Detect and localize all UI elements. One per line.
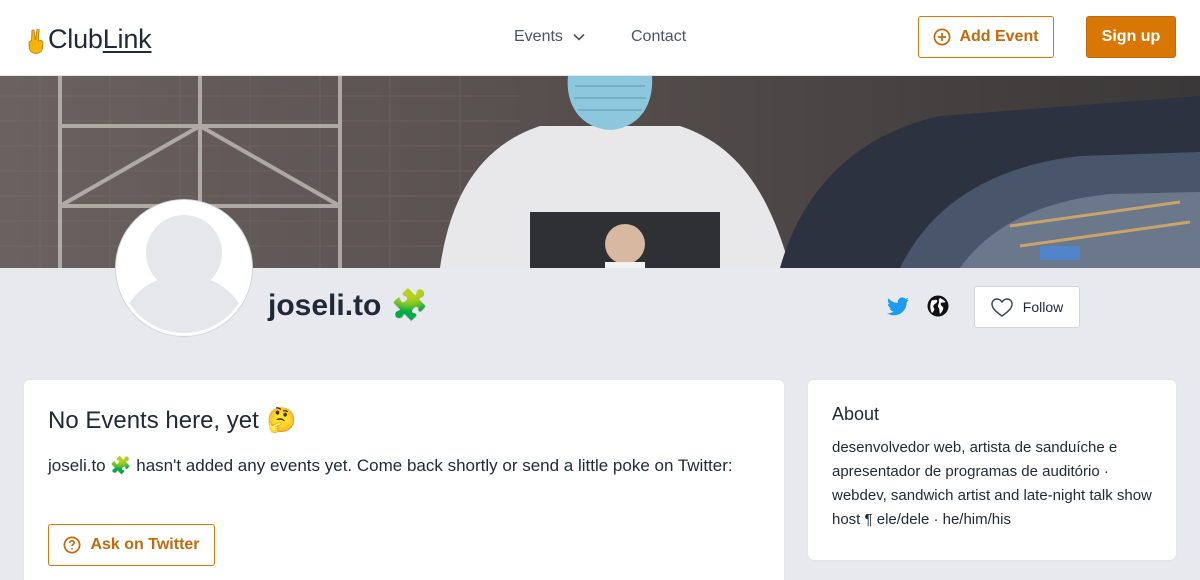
about-card: About desenvolvedor web, artista de sand… <box>808 380 1176 560</box>
twitter-icon[interactable] <box>886 295 910 319</box>
username-text: joseli.to <box>268 289 382 322</box>
nav-events-label: Events <box>514 28 563 45</box>
globe-icon[interactable] <box>927 295 949 317</box>
about-card-title: About <box>832 404 880 424</box>
events-card-title: No Events here, yet 🤔 <box>48 406 297 435</box>
chevron-down-icon <box>573 33 585 41</box>
add-event-button[interactable]: Add Event <box>918 16 1054 58</box>
nav-contact-link[interactable]: Contact <box>631 26 686 48</box>
profile-username: joseli.to 🧩 <box>268 286 429 326</box>
follow-label: Follow <box>1022 299 1064 315</box>
profile-avatar <box>116 200 252 336</box>
follow-button[interactable]: Follow <box>974 286 1080 328</box>
signup-button[interactable]: Sign up <box>1086 16 1176 58</box>
heart-icon <box>991 297 1013 317</box>
about-card-text: desenvolvedor web, artista de sanduíche … <box>832 439 1152 528</box>
events-card-message: joseli.to 🧩 hasn't added any events yet.… <box>48 456 733 475</box>
site-logo[interactable]: ClubLink <box>26 22 152 54</box>
site-header: ClubLink Events Contact Add Event Sign u… <box>0 0 1200 76</box>
plus-circle-icon <box>933 28 951 46</box>
ask-on-twitter-button[interactable]: Ask on Twitter <box>48 524 215 566</box>
nav-events-dropdown[interactable]: Events <box>514 26 585 48</box>
username-emoji: 🧩 <box>391 289 429 322</box>
question-circle-icon <box>64 536 81 554</box>
thinking-emoji: 🤔 <box>266 407 297 434</box>
peace-hand-icon <box>28 29 44 54</box>
events-title-text: No Events here, yet <box>48 406 259 434</box>
add-event-label: Add Event <box>959 28 1039 45</box>
logo-text: ClubLink <box>48 24 152 54</box>
events-card: No Events here, yet 🤔 joseli.to 🧩 hasn't… <box>24 380 784 580</box>
ask-on-twitter-label: Ask on Twitter <box>90 536 200 553</box>
